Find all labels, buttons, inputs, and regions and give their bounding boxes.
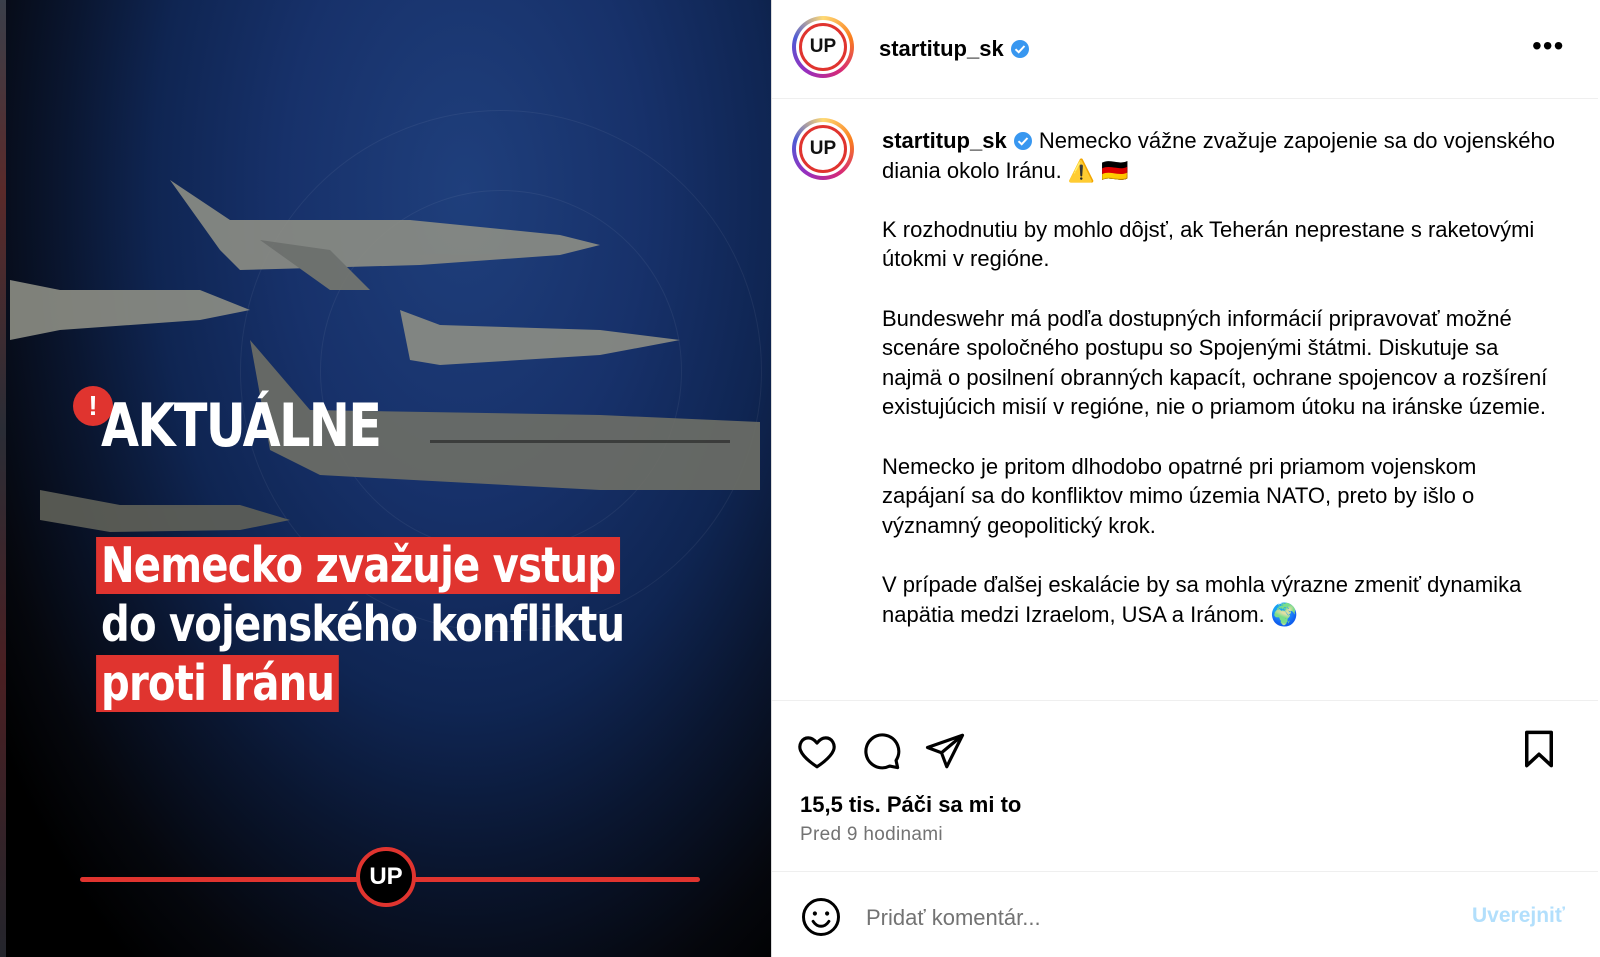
save-bookmark-icon[interactable] — [1518, 728, 1560, 770]
post-caption: startitup_sk Nemecko vážne zvažuje zapoj… — [882, 126, 1562, 702]
comment-input[interactable] — [864, 896, 1428, 940]
post-media[interactable]: ! AKTUÁLNE Nemecko zvažuje vstup do voje… — [0, 0, 771, 957]
post-details-panel: UP startitup_sk ••• UP startitup_sk Neme… — [771, 0, 1598, 957]
more-horizontal-icon[interactable]: ••• — [1532, 32, 1564, 60]
avatar-logo: UP — [799, 23, 847, 71]
aircraft-illustration — [10, 180, 760, 532]
post-comment-button[interactable]: Uverejniť — [1472, 904, 1565, 928]
divider — [772, 871, 1598, 872]
caption-paragraph-3: Bundeswehr má podľa dostupných informáci… — [882, 305, 1548, 420]
post-header: UP startitup_sk ••• — [772, 0, 1598, 99]
avatar[interactable]: UP — [792, 16, 854, 78]
caption-avatar[interactable]: UP — [792, 118, 854, 180]
divider — [772, 700, 1598, 701]
verified-badge-icon — [1013, 132, 1032, 150]
comment-bubble-icon[interactable] — [860, 730, 902, 772]
like-heart-icon[interactable] — [796, 730, 838, 772]
headline-line-1: Nemecko zvažuje vstup — [96, 537, 621, 594]
media-kicker: AKTUÁLNE — [101, 391, 382, 461]
share-send-icon[interactable] — [924, 730, 966, 772]
emoji-smiley-icon[interactable] — [800, 896, 842, 938]
verified-badge-icon — [1010, 40, 1029, 58]
headline-line-2: do vojenského konfliktu — [101, 596, 625, 653]
post-timestamp[interactable]: Pred 9 hodinami — [800, 824, 943, 846]
caption-username[interactable]: startitup_sk — [882, 128, 1007, 153]
headline-line-3: proti Iránu — [96, 655, 340, 712]
caption-paragraph-5: V prípade ďalšej eskalácie by sa mohla v… — [882, 571, 1522, 627]
caption-paragraph-2: K rozhodnutiu by mohlo dôjsť, ak Teherán… — [882, 216, 1535, 272]
brand-logo: UP — [356, 847, 416, 907]
caption-paragraph-4: Nemecko je pritom dlhodobo opatrné pri p… — [882, 453, 1477, 538]
media-headline: Nemecko zvažuje vstup do vojenského konf… — [96, 536, 626, 713]
likes-count[interactable]: 15,5 tis. Páči sa mi to — [800, 792, 1021, 818]
header-username[interactable]: startitup_sk — [879, 36, 1030, 62]
alert-mark: ! — [88, 390, 98, 421]
header-username-text[interactable]: startitup_sk — [879, 36, 1004, 61]
caption-avatar-logo: UP — [799, 125, 847, 173]
brand-logo-text: UP — [369, 863, 403, 890]
